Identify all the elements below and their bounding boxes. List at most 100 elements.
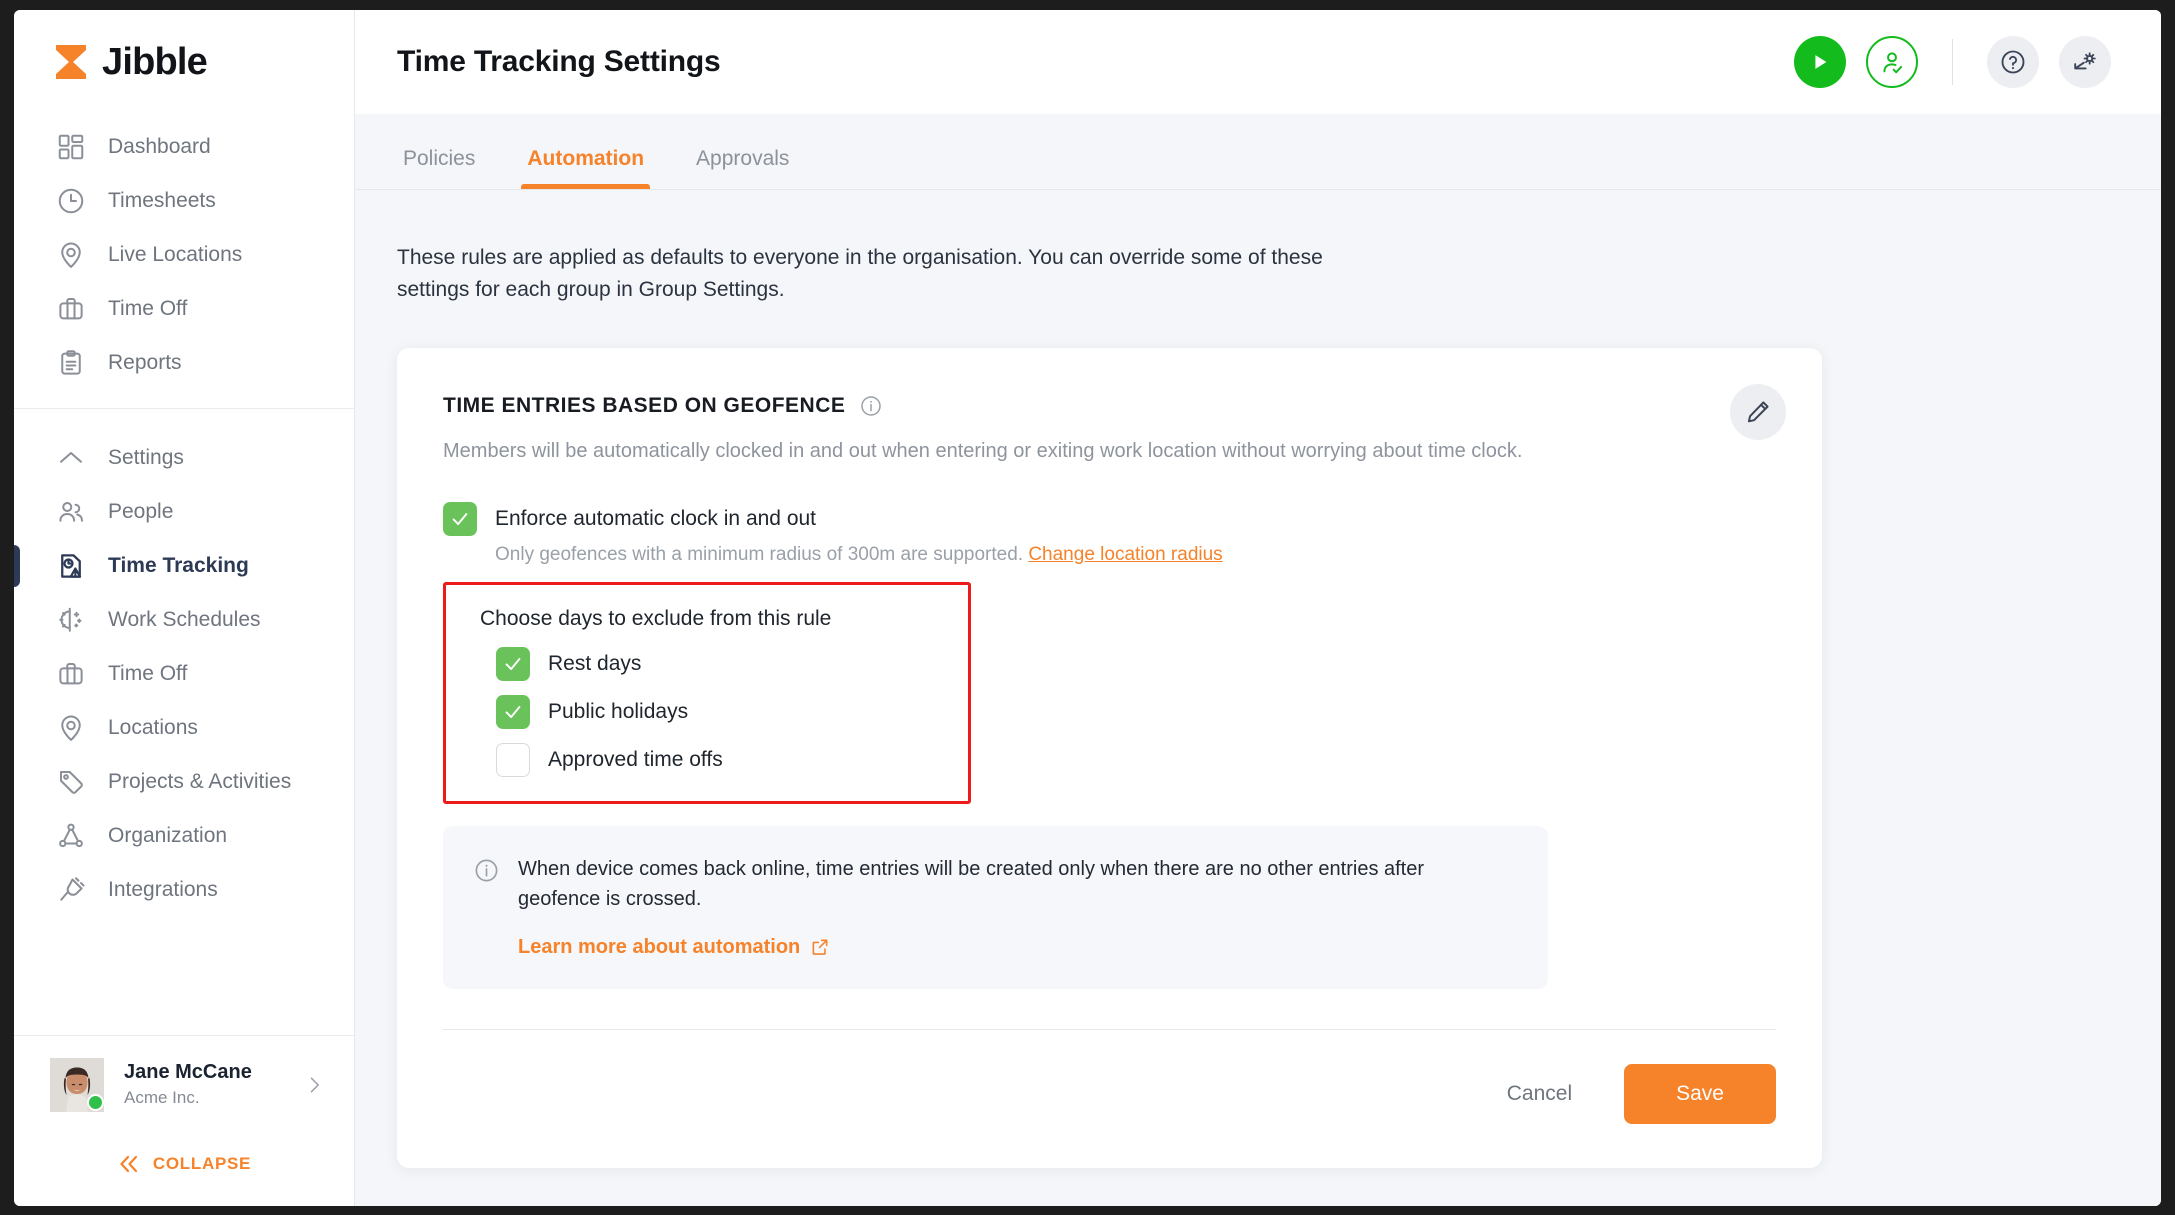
avatar	[50, 1058, 104, 1112]
sidebar-item-label: Dashboard	[108, 135, 211, 158]
tab-policies[interactable]: Policies	[397, 147, 481, 189]
sidebar-nav-settings: Settings People Time Tracking Work Sched…	[14, 409, 354, 935]
sidebar-item-label: Integrations	[108, 878, 218, 901]
sidebar-item-label: Live Locations	[108, 243, 243, 266]
tab-bar: Policies Automation Approvals	[355, 114, 2161, 190]
app-window: Jibble Dashboard Timesheets Live Locatio…	[14, 10, 2161, 1206]
check-icon	[452, 512, 468, 525]
check-icon	[505, 705, 521, 718]
map-pin-icon	[56, 240, 86, 270]
sidebar-item-time-off[interactable]: Time Off	[14, 282, 354, 336]
topbar: Time Tracking Settings	[355, 10, 2161, 114]
collapse-label: COLLAPSE	[152, 1154, 252, 1173]
person-check-icon	[1883, 52, 1903, 74]
sidebar-item-label: Time Tracking	[108, 554, 249, 577]
status-badge	[87, 1094, 104, 1111]
tab-approvals[interactable]: Approvals	[690, 147, 795, 189]
map-pin-icon	[56, 713, 86, 743]
learn-more-link[interactable]: Learn more about automation	[518, 936, 800, 959]
settings-button[interactable]	[2059, 36, 2111, 88]
people-icon	[56, 497, 86, 527]
change-location-radius-link[interactable]: Change location radius	[1028, 544, 1222, 565]
geofence-settings-card: TIME ENTRIES BASED ON GEOFENCE Members w…	[397, 347, 1822, 1168]
rest-days-label: Rest days	[548, 651, 642, 675]
question-circle-icon	[2001, 50, 2025, 74]
card-description: Members will be automatically clocked in…	[443, 439, 1523, 462]
sidebar-item-reports[interactable]: Reports	[14, 336, 354, 390]
pencil-icon	[1747, 401, 1769, 423]
exclude-option-public-holidays[interactable]: Public holidays	[496, 694, 940, 729]
info-icon	[473, 857, 500, 884]
save-button[interactable]: Save	[1624, 1063, 1776, 1124]
sidebar-item-timesheets[interactable]: Timesheets	[14, 174, 354, 228]
public-holidays-checkbox[interactable]	[496, 694, 530, 729]
exclude-days-title: Choose days to exclude from this rule	[480, 606, 832, 630]
sidebar-item-label: People	[108, 500, 174, 523]
enforce-auto-clock-row[interactable]: Enforce automatic clock in and out	[443, 501, 1776, 536]
sidebar-item-label: Organization	[108, 824, 228, 847]
edit-button[interactable]	[1730, 383, 1786, 440]
clock-in-person-button[interactable]	[1866, 36, 1918, 88]
learn-more-row[interactable]: Learn more about automation	[518, 936, 1516, 959]
approved-time-offs-label: Approved time offs	[548, 747, 723, 771]
play-icon	[1815, 55, 1827, 69]
page-title: Time Tracking Settings	[397, 45, 721, 78]
brand-logo[interactable]: Jibble	[14, 10, 354, 114]
dashboard-grid-icon	[56, 132, 86, 162]
day-night-icon	[56, 605, 86, 635]
sidebar-item-integrations[interactable]: Integrations	[14, 863, 354, 917]
double-chevron-left-icon	[117, 1152, 141, 1176]
organization-icon	[56, 821, 86, 851]
sidebar-item-locations[interactable]: Locations	[14, 701, 354, 755]
enforce-auto-clock-checkbox[interactable]	[443, 501, 477, 536]
sidebar-item-label: Timesheets	[108, 189, 216, 212]
sidebar-item-organization[interactable]: Organization	[14, 809, 354, 863]
notice-text: When device comes back online, time entr…	[518, 857, 1425, 910]
sidebar-item-people[interactable]: People	[14, 485, 354, 539]
time-tracking-icon	[56, 551, 86, 581]
topbar-actions	[1794, 36, 2111, 88]
exclude-days-section: Choose days to exclude from this rule Re…	[443, 581, 971, 804]
sidebar-item-settings[interactable]: Settings	[14, 431, 354, 485]
sidebar-item-time-off-settings[interactable]: Time Off	[14, 647, 354, 701]
sidebar-item-live-locations[interactable]: Live Locations	[14, 228, 354, 282]
hourglass-icon	[52, 42, 90, 82]
profile-org: Acme Inc.	[124, 1088, 200, 1108]
approved-time-offs-checkbox[interactable]	[496, 742, 530, 777]
tab-automation[interactable]: Automation	[521, 147, 650, 189]
sidebar-item-time-tracking[interactable]: Time Tracking	[14, 539, 354, 593]
exclude-days-list: Rest days Public holidays Approved time …	[474, 646, 940, 777]
profile-name: Jane McCane	[124, 1061, 252, 1084]
help-button[interactable]	[1987, 36, 2039, 88]
cancel-button[interactable]: Cancel	[1493, 1072, 1586, 1116]
sidebar-item-label: Projects & Activities	[108, 770, 292, 793]
tag-icon	[56, 767, 86, 797]
clock-icon	[56, 186, 86, 216]
collapse-sidebar-button[interactable]: COLLAPSE	[14, 1122, 354, 1206]
geofence-radius-note-text: Only geofences with a minimum radius of …	[495, 543, 1024, 565]
exclude-option-rest-days[interactable]: Rest days	[496, 646, 940, 681]
sidebar-item-dashboard[interactable]: Dashboard	[14, 120, 354, 174]
plug-icon	[56, 875, 86, 905]
enforce-auto-clock-label: Enforce automatic clock in and out	[495, 506, 817, 530]
main-area: Time Tracking Settings Policies Automati…	[355, 10, 2161, 1206]
play-button[interactable]	[1794, 36, 1846, 88]
external-link-icon	[810, 937, 830, 957]
sidebar-item-label: Time Off	[108, 297, 188, 320]
toolbar-divider	[1952, 39, 1953, 85]
info-icon[interactable]	[859, 394, 883, 418]
card-title-row: TIME ENTRIES BASED ON GEOFENCE	[443, 394, 1776, 418]
rest-days-checkbox[interactable]	[496, 646, 530, 681]
brand-name: Jibble	[102, 40, 208, 83]
sidebar-item-label: Time Off	[108, 662, 188, 685]
sidebar-item-work-schedules[interactable]: Work Schedules	[14, 593, 354, 647]
geofence-radius-note: Only geofences with a minimum radius of …	[443, 544, 1776, 566]
public-holidays-label: Public holidays	[548, 699, 689, 723]
sidebar-item-projects-activities[interactable]: Projects & Activities	[14, 755, 354, 809]
content-area: These rules are applied as defaults to e…	[355, 190, 2161, 1206]
sidebar-item-label: Locations	[108, 716, 198, 739]
briefcase-icon	[56, 294, 86, 324]
user-profile[interactable]: Jane McCane Acme Inc.	[14, 1036, 354, 1122]
exclude-option-approved-time-offs[interactable]: Approved time offs	[496, 742, 940, 777]
